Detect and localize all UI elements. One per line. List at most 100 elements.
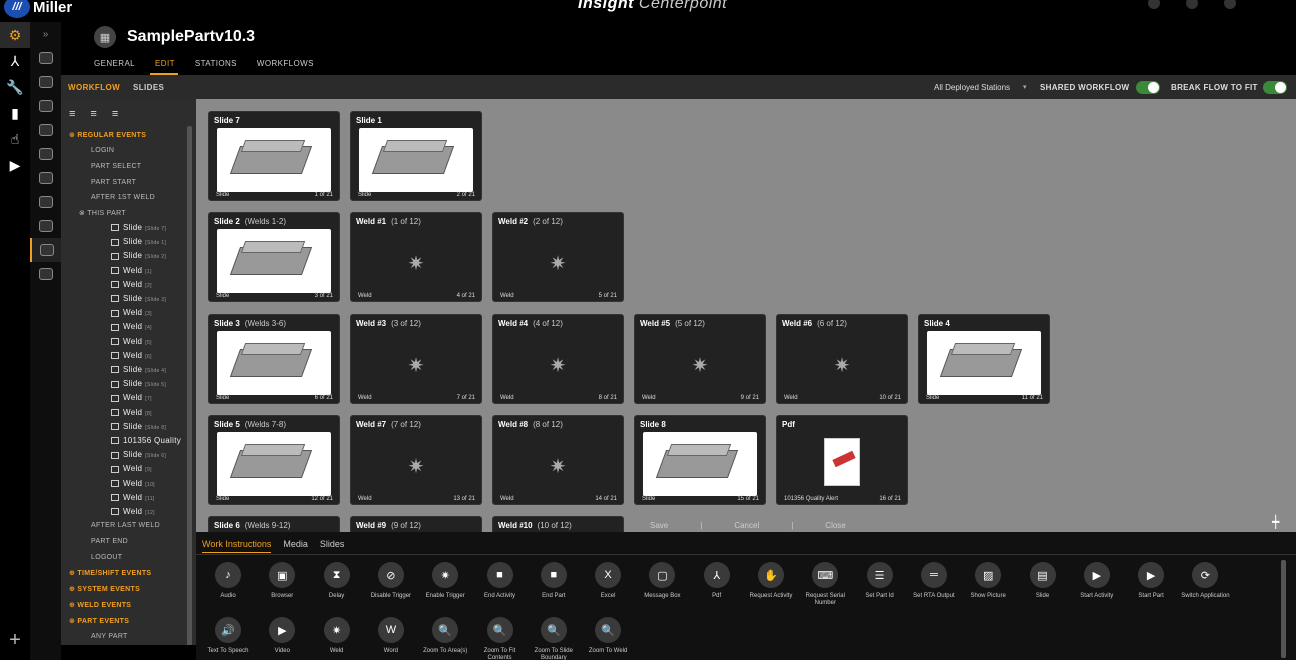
event-after-last-weld[interactable]: AFTER LAST WELD xyxy=(91,522,160,529)
tab-edit[interactable]: EDIT xyxy=(150,56,178,75)
pdf-card[interactable]: Pdf 101356 Quality Alert 16 of 21 xyxy=(776,415,908,505)
tab-general[interactable]: GENERAL xyxy=(89,56,138,75)
tab-work-instructions[interactable]: Work Instructions xyxy=(202,539,272,553)
add-icon[interactable]: + xyxy=(0,629,30,652)
break-flow-toggle[interactable] xyxy=(1263,81,1287,94)
event-item[interactable]: Weld [5] xyxy=(111,337,152,346)
align-center-icon[interactable]: ≡ xyxy=(90,108,96,120)
part-thumb-icon-active[interactable] xyxy=(30,238,61,262)
event-item[interactable]: Weld [12] xyxy=(111,507,155,516)
event-item[interactable]: Weld [6] xyxy=(111,351,152,360)
chevron-down-icon[interactable]: ▾ xyxy=(1023,83,1027,91)
event-category-time-shift[interactable]: ⊕ TIME/SHIFT EVENTS xyxy=(69,569,151,577)
shared-workflow-toggle[interactable] xyxy=(1136,81,1160,94)
bar-chart-icon[interactable]: ▮ xyxy=(0,100,30,126)
tool-request-activity[interactable]: ✋ Request Activity xyxy=(744,562,798,600)
part-image-icon[interactable]: ▦ xyxy=(94,26,116,48)
tab-workflow[interactable]: WORKFLOW xyxy=(68,83,120,92)
event-item[interactable]: Slide [Slide 8] xyxy=(111,422,166,431)
slide-card[interactable]: Slide 1 Slide 2 of 21 xyxy=(350,111,482,201)
event-item[interactable]: Weld [8] xyxy=(111,408,152,417)
event-part-end[interactable]: PART END xyxy=(91,538,128,545)
tool-zoom-to-area-s-[interactable]: 🔍 Zoom To Area(s) xyxy=(418,617,472,655)
slide-card[interactable]: Slide 5 (Welds 7-8) Slide 12 of 21 xyxy=(208,415,340,505)
event-item[interactable]: Slide [Slide 5] xyxy=(111,379,166,388)
align-left-icon[interactable]: ≡ xyxy=(69,108,75,120)
tool-show-picture[interactable]: ▨ Show Picture xyxy=(961,562,1015,600)
event-part-start[interactable]: PART START xyxy=(91,179,136,186)
part-thumb-icon[interactable] xyxy=(30,262,61,286)
event-after-first-weld[interactable]: AFTER 1ST WELD xyxy=(91,194,155,201)
event-item[interactable]: 101356 Quality xyxy=(111,436,184,445)
event-item[interactable]: Weld [4] xyxy=(111,322,152,331)
tool-request-serial-number[interactable]: ⌨ Request Serial Number xyxy=(798,562,852,607)
tool-set-part-id[interactable]: ☰ Set Part Id xyxy=(853,562,907,600)
tool-slide[interactable]: ▤ Slide xyxy=(1016,562,1070,600)
zoom-handle-icon[interactable]: ┿ xyxy=(1272,515,1294,529)
part-thumb-icon[interactable] xyxy=(30,46,61,70)
tool-start-activity[interactable]: ▶ Start Activity xyxy=(1070,562,1124,600)
tool-zoom-to-weld[interactable]: 🔍 Zoom To Weld xyxy=(581,617,635,655)
palette-scrollbar[interactable] xyxy=(1281,560,1286,658)
weld-card[interactable]: Weld #5 (5 of 12) ✷ Weld 9 of 21 xyxy=(634,314,766,404)
tool-browser[interactable]: ▣ Browser xyxy=(255,562,309,600)
part-thumb-icon[interactable] xyxy=(30,118,61,142)
tool-enable-trigger[interactable]: ✷ Enable Trigger xyxy=(418,562,472,600)
tool-zoom-to-fit-contents[interactable]: 🔍 Zoom To Fit Contents xyxy=(473,617,527,660)
weld-card[interactable]: Weld #3 (3 of 12) ✷ Weld 7 of 21 xyxy=(350,314,482,404)
event-item[interactable]: Weld [11] xyxy=(111,493,154,502)
event-item[interactable]: Slide [Slide 4] xyxy=(111,365,166,374)
weld-card[interactable]: Weld #9(9 of 12)✷ xyxy=(350,516,482,532)
event-item[interactable]: Weld [2] xyxy=(111,280,152,289)
tab-stations[interactable]: STATIONS xyxy=(190,56,240,75)
weld-card[interactable]: Weld #6 (6 of 12) ✷ Weld 10 of 21 xyxy=(776,314,908,404)
tool-zoom-to-slide-boundary[interactable]: 🔍 Zoom To Slide Boundary xyxy=(527,617,581,660)
touch-icon[interactable]: ☝ xyxy=(0,126,30,152)
event-item[interactable]: Weld [9] xyxy=(111,464,152,473)
event-item[interactable]: Weld [7] xyxy=(111,393,152,402)
part-thumb-icon[interactable] xyxy=(30,142,61,166)
event-item[interactable]: Slide [Slide 3] xyxy=(111,294,166,303)
wrench-icon[interactable]: 🔧 xyxy=(0,74,30,100)
event-category-weld[interactable]: ⊕ WELD EVENTS xyxy=(69,601,131,609)
tool-video[interactable]: ▶ Video xyxy=(255,617,309,655)
weld-card[interactable]: Weld #1 (1 of 12) ✷ Weld 4 of 21 xyxy=(350,212,482,302)
part-thumb-icon[interactable] xyxy=(30,214,61,238)
event-item[interactable]: Slide [Slide 6] xyxy=(111,450,166,459)
tool-start-part[interactable]: ▶ Start Part xyxy=(1124,562,1178,600)
part-thumb-icon[interactable] xyxy=(30,70,61,94)
tool-pdf[interactable]: ⅄ Pdf xyxy=(690,562,744,600)
tool-disable-trigger[interactable]: ⊘ Disable Trigger xyxy=(364,562,418,600)
expand-rail-icon[interactable]: » xyxy=(30,22,61,46)
slide-card[interactable]: Slide 8 Slide 15 of 21 xyxy=(634,415,766,505)
event-category-regular[interactable]: ⊗ REGULAR EVENTS xyxy=(69,131,146,139)
part-thumb-icon[interactable] xyxy=(30,166,61,190)
tool-message-box[interactable]: ▢ Message Box xyxy=(635,562,689,600)
event-login[interactable]: LOGIN xyxy=(91,147,114,154)
user-icon[interactable] xyxy=(1148,0,1160,9)
stations-select[interactable]: All Deployed Stations xyxy=(934,83,1010,92)
part-thumb-icon[interactable] xyxy=(30,190,61,214)
tab-slides[interactable]: SLIDES xyxy=(133,83,164,92)
event-item[interactable]: Weld [1] xyxy=(111,266,152,275)
tool-end-activity[interactable]: ■ End Activity xyxy=(473,562,527,600)
event-logout[interactable]: LOGOUT xyxy=(91,554,122,561)
workflow-icon[interactable]: ⅄ xyxy=(0,48,30,74)
help-icon[interactable] xyxy=(1186,0,1198,9)
settings-icon[interactable] xyxy=(1224,0,1236,9)
slide-card[interactable]: Slide 4 Slide 11 of 21 xyxy=(918,314,1050,404)
tool-weld[interactable]: ✷ Weld xyxy=(310,617,364,655)
slide-card[interactable]: Slide 6 (Welds 9-12) xyxy=(208,516,340,532)
tab-workflows[interactable]: WORKFLOWS xyxy=(252,56,317,75)
align-right-icon[interactable]: ≡ xyxy=(112,108,118,120)
weld-card[interactable]: Weld #2 (2 of 12) ✷ Weld 5 of 21 xyxy=(492,212,624,302)
tool-audio[interactable]: ♪ Audio xyxy=(201,562,255,600)
cancel-button[interactable]: Cancel xyxy=(712,521,781,530)
slide-card[interactable]: Slide 3 (Welds 3-6) Slide 6 of 21 xyxy=(208,314,340,404)
tool-delay[interactable]: ⧗ Delay xyxy=(310,562,364,600)
events-scrollbar[interactable] xyxy=(187,126,192,645)
tool-text-to-speech[interactable]: 🔊 Text To Speech xyxy=(201,617,255,655)
event-category-system[interactable]: ⊕ SYSTEM EVENTS xyxy=(69,585,140,593)
save-button[interactable]: Save xyxy=(628,521,690,530)
weld-card[interactable]: Weld #7 (7 of 12) ✷ Weld 13 of 21 xyxy=(350,415,482,505)
